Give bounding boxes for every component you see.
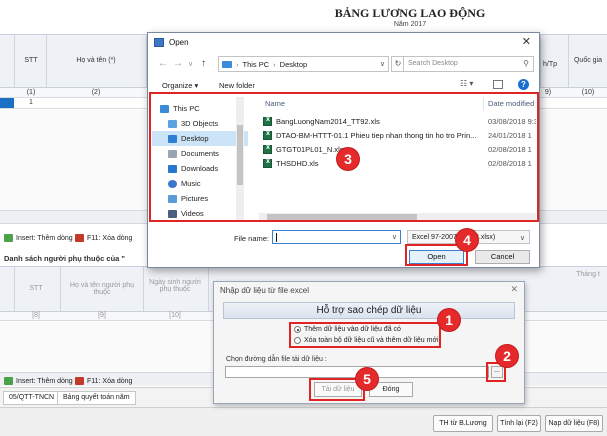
annotation-badge-1: 1	[438, 309, 460, 331]
command-bar: Organize ▾ New folder ☷ ▾ ?	[148, 77, 539, 93]
tab-05-qtt-tncn[interactable]: 05/QTT-TNCN	[3, 391, 61, 405]
search-placeholder: Search Desktop	[408, 60, 458, 67]
column-header-country: Quốc gia	[573, 57, 603, 64]
file-type-value: Excel 97-2007 (*.xls,*.xlsx)	[412, 234, 496, 241]
dep-header-dob: Ngày sinh người phụ thuộc	[149, 279, 201, 293]
breadcrumb-desktop[interactable]: Desktop	[280, 60, 308, 69]
th-from-payroll-button[interactable]: TH từ B.Lương	[433, 415, 493, 432]
delete-row-label: F11: Xóa dòng	[87, 234, 133, 242]
dep-insert-row-button[interactable]: Insert: Thêm dòng	[4, 377, 73, 385]
open-dialog-titlebar: Open ✕	[148, 33, 539, 53]
chevron-down-icon[interactable]: ∨	[380, 60, 385, 68]
dep-header-month: Tháng t	[576, 271, 600, 278]
annotation-badge-5: 5	[356, 368, 378, 390]
dependents-section-title: Danh sách người phụ thuộc của "	[4, 254, 125, 263]
search-input[interactable]: Search Desktop ⚲	[403, 56, 534, 72]
column-header-province: h/Tp	[542, 61, 557, 68]
help-icon[interactable]: ?	[518, 79, 529, 90]
app-icon	[154, 38, 164, 47]
new-folder-button[interactable]: New folder	[219, 81, 255, 90]
tab-annual-settlement[interactable]: Bảng quyết toán năm	[57, 391, 136, 405]
column-number: [8]	[32, 312, 40, 319]
recent-dropdown-icon[interactable]: ∨	[188, 60, 193, 68]
computer-icon	[222, 60, 232, 68]
forward-arrow-icon[interactable]: →	[173, 58, 183, 69]
column-header-name: Họ và tên (*)	[76, 57, 116, 64]
preview-pane-icon[interactable]	[493, 80, 503, 89]
row-stt: 1	[29, 99, 33, 106]
insert-row-label: Insert: Thêm dòng	[16, 377, 73, 385]
annotation-box-options	[289, 322, 441, 348]
view-options-icon[interactable]: ☷ ▾	[460, 79, 473, 88]
annotation-badge-4: 4	[456, 229, 478, 251]
bottom-action-bar: TH từ B.Lương Tính lại (F2) Nạp dữ liệu …	[0, 407, 607, 436]
column-header-stt: STT	[24, 57, 38, 64]
dep-header-stt: STT	[29, 285, 43, 292]
delete-row-label: F11: Xóa dòng	[87, 377, 133, 385]
insert-row-icon	[4, 234, 13, 242]
column-number: (1)	[26, 89, 36, 96]
dep-header-name: Họ và tên người phụ thuộc	[69, 282, 135, 296]
organize-menu[interactable]: Organize ▾	[162, 81, 198, 90]
sheet-year: Năm 2017	[393, 21, 427, 28]
address-bar[interactable]: › This PC › Desktop ∨	[218, 56, 389, 72]
file-name-label: File name:	[234, 234, 270, 243]
import-dialog-header: Hỗ trợ sao chép dữ liệu	[223, 302, 515, 319]
column-number: (2)	[91, 89, 101, 96]
delete-row-icon	[75, 234, 84, 242]
recalculate-button[interactable]: Tính lại (F2)	[497, 415, 541, 432]
search-icon: ⚲	[523, 59, 529, 68]
open-dialog-title: Open	[169, 38, 189, 47]
column-number: (10)	[581, 89, 595, 96]
path-label: Chọn đường dẫn file tải dữ liệu :	[226, 356, 327, 363]
up-arrow-icon[interactable]: ↑	[201, 58, 206, 69]
cancel-button[interactable]: Cancel	[475, 250, 530, 264]
back-arrow-icon[interactable]: ←	[158, 58, 168, 69]
delete-row-button[interactable]: F11: Xóa dòng	[75, 234, 132, 242]
address-row: ← → ∨ ↑ › This PC › Desktop ∨ ↻ Search D…	[148, 54, 539, 76]
close-icon[interactable]: ✕	[522, 35, 531, 48]
breadcrumb-this-pc[interactable]: This PC	[243, 60, 270, 69]
load-data-button[interactable]: Nạp dữ liệu (F8)	[545, 415, 603, 432]
column-number: [9]	[98, 312, 106, 319]
breadcrumb-separator: ›	[236, 59, 239, 69]
import-dialog-title: Nhập dữ liệu từ file excel	[220, 286, 309, 295]
insert-row-label: Insert: Thêm dòng	[16, 234, 73, 242]
column-number: 9)	[544, 89, 552, 96]
file-name-input[interactable]: ∨	[272, 230, 401, 244]
delete-row-icon	[75, 377, 84, 385]
chevron-down-icon[interactable]: ∨	[392, 233, 397, 241]
chevron-down-icon: ∨	[519, 235, 525, 242]
dep-delete-row-button[interactable]: F11: Xóa dòng	[75, 377, 132, 385]
close-icon[interactable]: ✕	[510, 284, 518, 295]
row-selector[interactable]	[0, 98, 14, 108]
insert-row-icon	[4, 377, 13, 385]
column-number: [10]	[169, 312, 181, 319]
breadcrumb-separator: ›	[273, 59, 276, 69]
sheet-title: BẢNG LƯƠNG LAO ĐỘNG	[334, 6, 486, 20]
insert-row-button[interactable]: Insert: Thêm dòng	[4, 234, 73, 242]
annotation-badge-3: 3	[337, 148, 359, 170]
annotation-badge-2: 2	[496, 345, 518, 367]
